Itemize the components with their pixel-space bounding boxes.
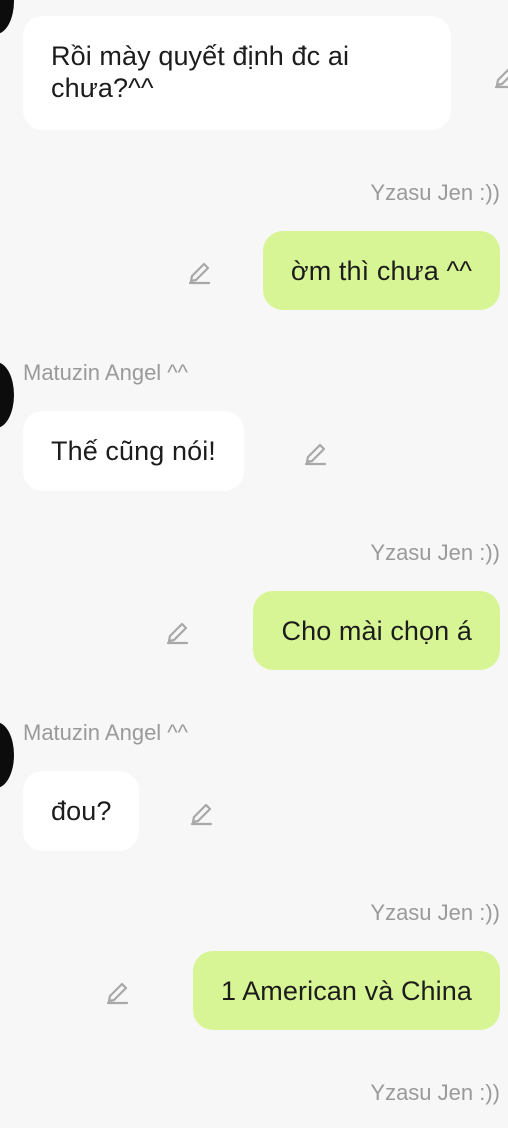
edit-icon[interactable] [162,616,192,646]
received-message-bubble[interactable]: đou? [23,771,140,851]
avatar[interactable] [0,722,14,788]
edit-icon[interactable] [490,60,508,90]
received-message-bubble[interactable]: Thế cũng nói! [23,411,244,491]
sender-name: Yzasu Jen :)) [370,900,500,925]
sender-name: Matuzin Angel ^^ [23,360,188,385]
message-text: Thế cũng nói! [51,436,216,466]
sender-name: Yzasu Jen :)) [370,180,500,205]
edit-icon[interactable] [102,976,132,1006]
edit-icon[interactable] [184,256,214,286]
message-text: ờm thì chưa ^^ [290,255,472,286]
message-text: đou? [51,796,112,826]
avatar[interactable] [0,0,14,34]
edit-icon[interactable] [300,437,330,467]
avatar[interactable] [0,362,14,428]
sent-message-bubble[interactable]: Cho mài chọn á [253,591,500,670]
message-text: Rồi mày quyết định đc ai chưa?^^ [51,41,350,103]
edit-icon[interactable] [186,797,216,827]
sender-name: Yzasu Jen :)) [370,540,500,565]
sent-message-bubble[interactable]: 1 American và China [192,951,500,1030]
sender-name: Matuzin Angel ^^ [23,720,188,745]
message-text: 1 American và China [220,975,472,1006]
message-text: Cho mài chọn á [281,615,472,646]
received-message-bubble[interactable]: Rồi mày quyết định đc ai chưa?^^ [23,16,451,130]
sender-name: Yzasu Jen :)) [370,1080,500,1105]
sent-message-bubble[interactable]: ờm thì chưa ^^ [262,231,500,310]
